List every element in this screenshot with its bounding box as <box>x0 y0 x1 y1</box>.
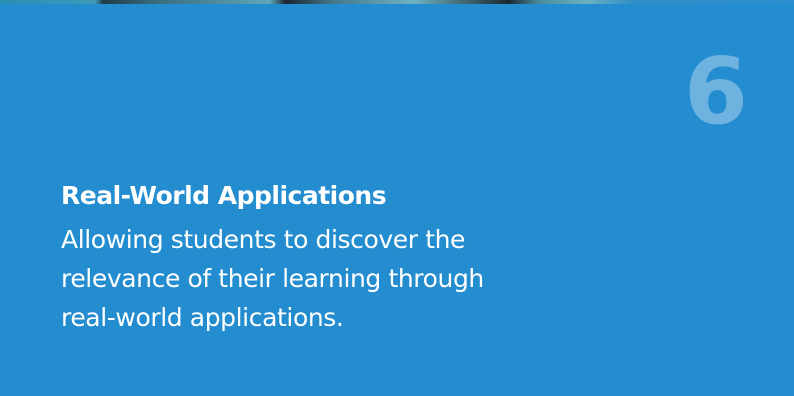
feature-card: 6 Real-World Applications Allowing stude… <box>0 4 794 396</box>
feature-description: Allowing students to discover the releva… <box>61 220 581 337</box>
feature-number: 6 <box>683 38 748 145</box>
feature-description-line: relevance of their learning through <box>61 264 484 293</box>
feature-description-line: Allowing students to discover the <box>61 225 466 254</box>
feature-description-line: real-world applications. <box>61 303 344 332</box>
feature-title: Real-World Applications <box>61 181 387 210</box>
